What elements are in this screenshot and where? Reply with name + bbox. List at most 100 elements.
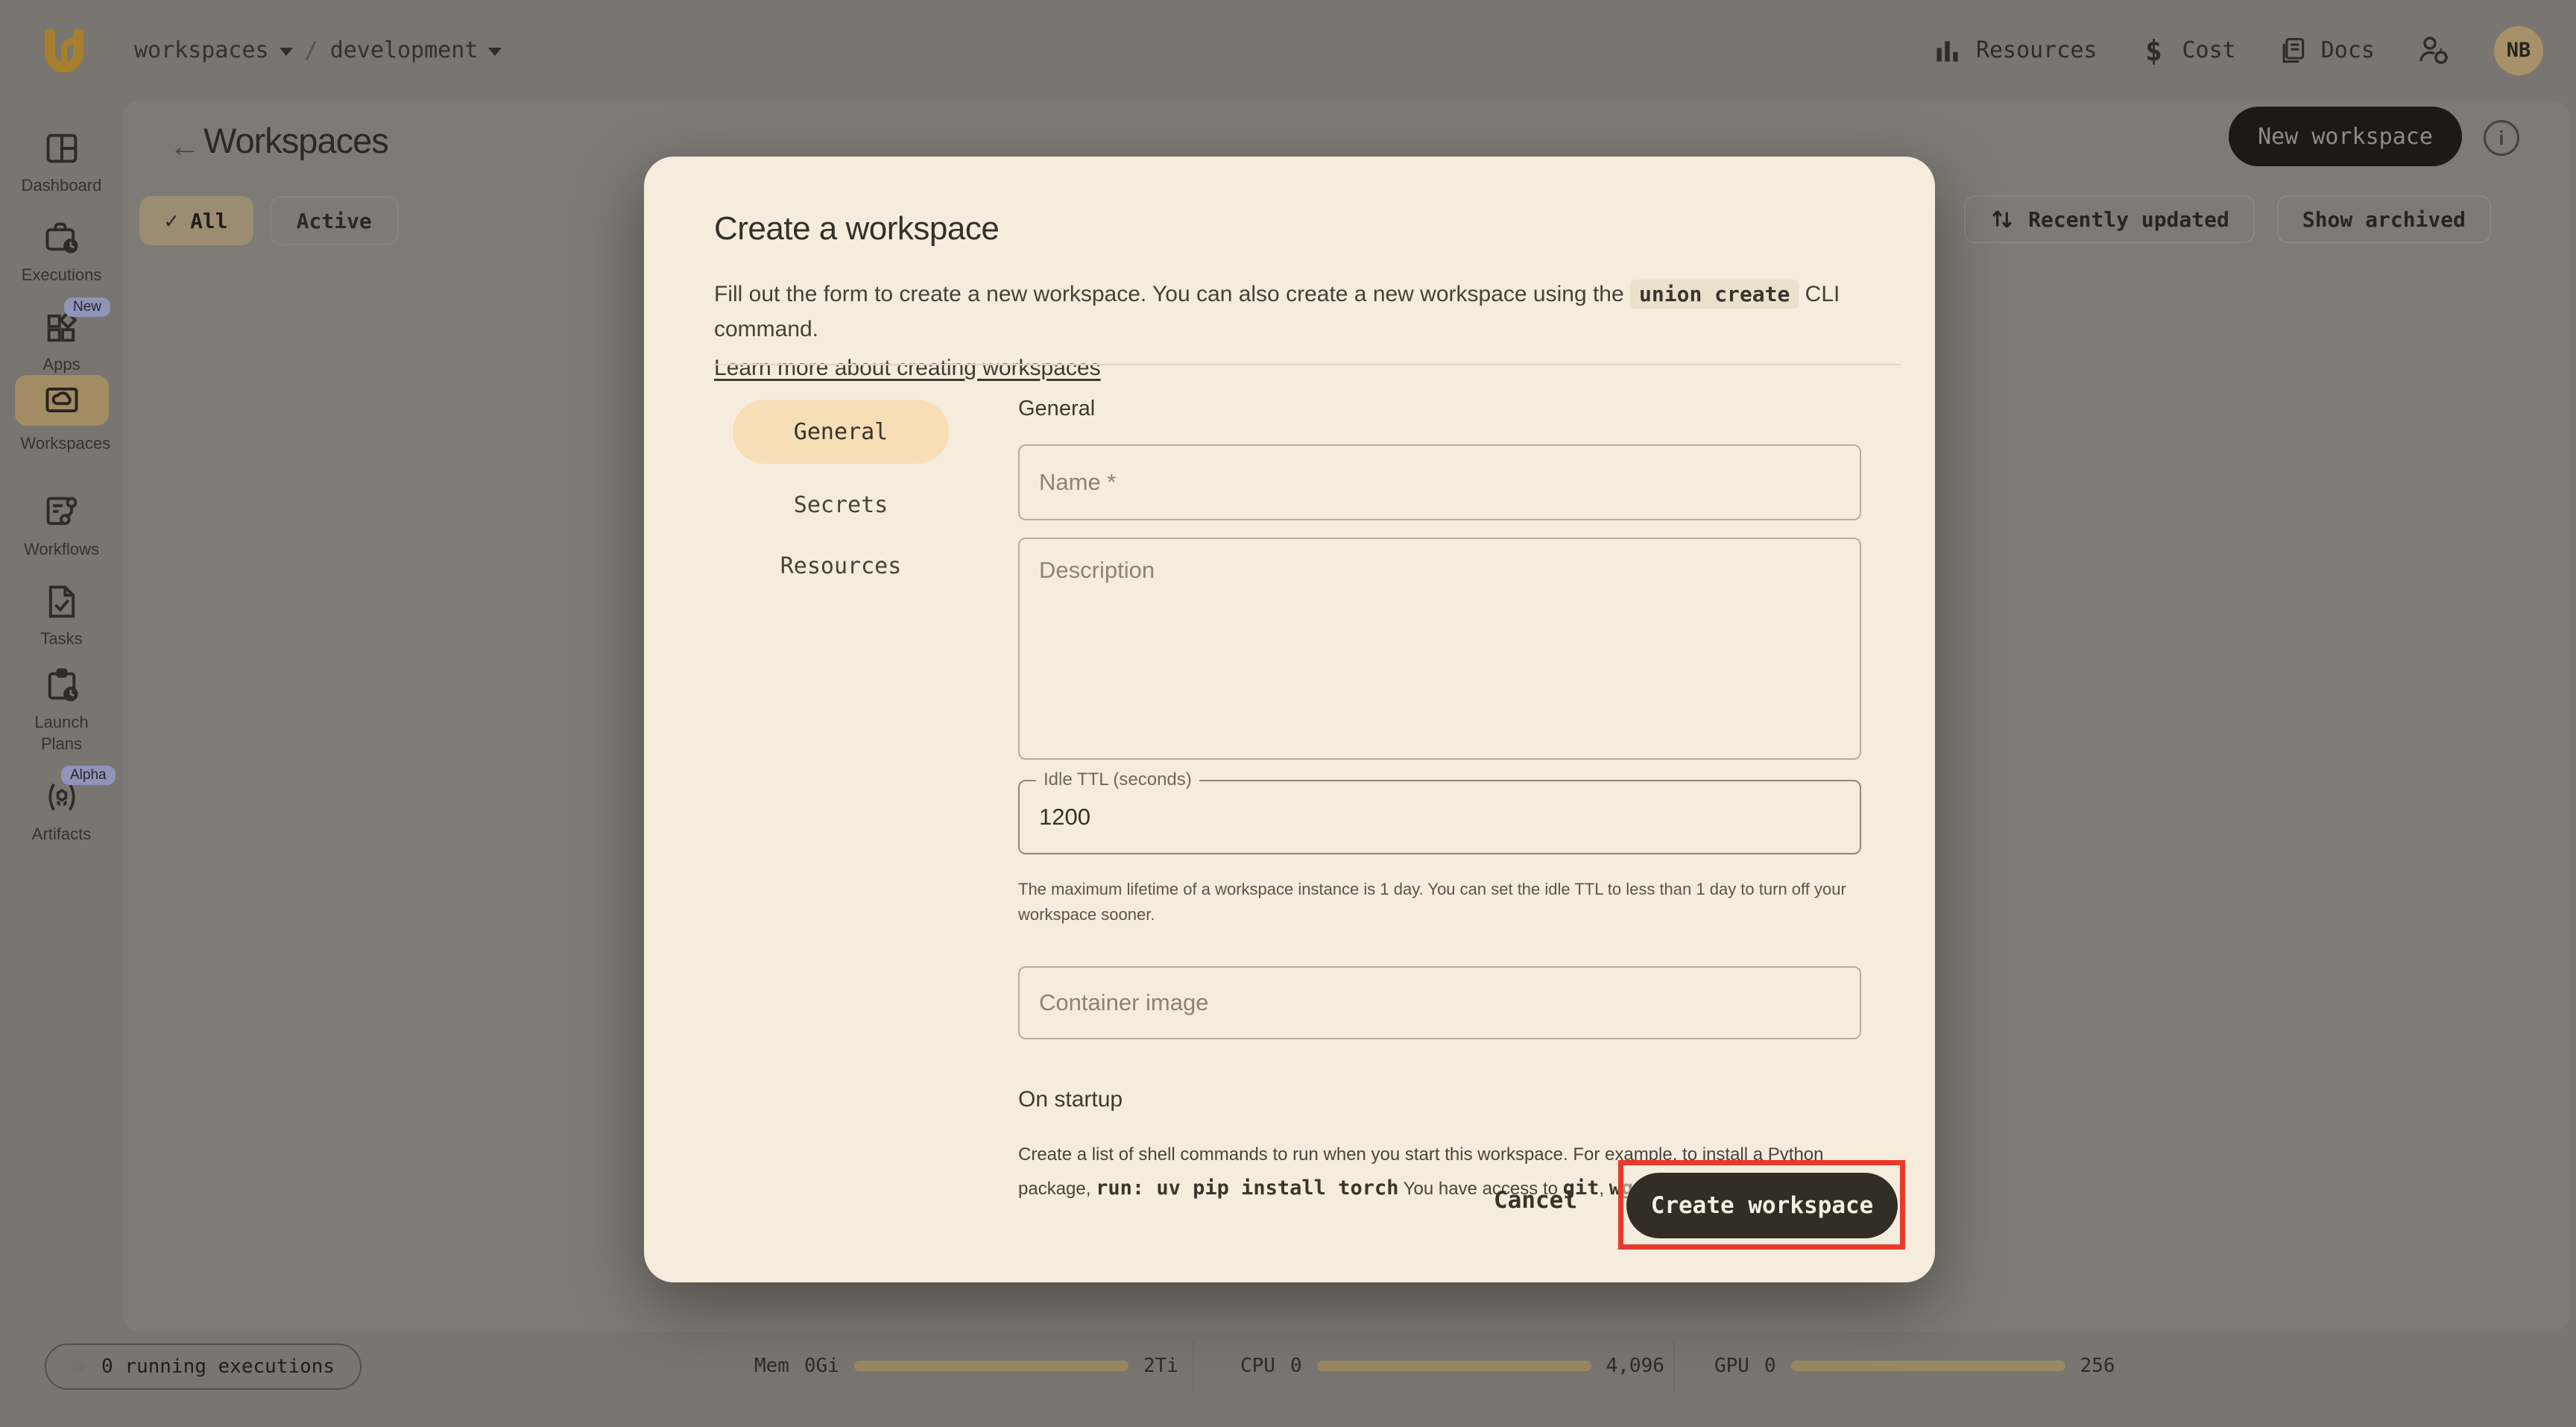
idle-ttl-input[interactable] [1020,781,1860,853]
sidebar-item-artifacts[interactable]: Alpha Artifacts [0,778,123,845]
startup-text: , [1599,1179,1609,1199]
tab-resources[interactable]: Resources [733,534,949,598]
breadcrumb-domain-label: development [330,37,479,63]
modal-description-text: Fill out the form to create a new worksp… [714,282,1630,306]
gauge-divider [1673,1341,1675,1391]
container-image-input[interactable] [1018,966,1861,1039]
cli-command-chip: union create [1630,280,1799,309]
memory-gauge: Mem 0Gi 2Ti [754,1351,1178,1381]
launch-plans-icon [42,666,81,705]
modal-title: Create a workspace [714,210,999,248]
chevron-down-icon [488,48,502,56]
create-workspace-label: Create workspace [1651,1192,1874,1219]
sidebar-label: Launch Plans [21,712,103,755]
sidebar-item-workspaces[interactable]: Workspaces [0,375,123,455]
list-controls: Recently updated Show archived [1964,195,2491,243]
sidebar-label: Executions [22,265,102,286]
divider [714,364,1901,365]
sidebar-item-apps[interactable]: New Apps [0,308,123,376]
docs-icon [2276,34,2309,67]
cost-label: Cost [2182,37,2236,63]
sidebar-label: Apps [42,354,80,376]
memory-gauge-current: 0Gi [804,1355,839,1377]
filter-all-chip[interactable]: ✓ All [139,196,253,245]
gauge-divider [1193,1341,1194,1391]
tab-resources-label: Resources [780,553,902,579]
sidebar-label: Workspaces [21,433,103,455]
idle-ttl-helper-text: The maximum lifetime of a workspace inst… [1018,877,1868,927]
sidebar: Dashboard Executions New [0,101,123,1332]
sidebar-label: Dashboard [22,175,102,197]
sidebar-item-launch-plans[interactable]: Launch Plans [0,666,123,755]
show-archived-label: Show archived [2302,207,2466,232]
cancel-button[interactable]: Cancel [1494,1187,1577,1214]
top-bar: workspaces / development Resources [0,0,2576,101]
name-input[interactable] [1018,444,1861,520]
union-logo-icon[interactable] [39,21,89,79]
cpu-gauge: CPU 0 4,096 [1240,1351,1664,1381]
description-input[interactable] [1018,538,1861,760]
new-badge: New [64,297,110,317]
gpu-gauge-label: GPU [1714,1355,1749,1377]
breadcrumb-project-label: workspaces [134,37,269,63]
avatar[interactable]: NB [2494,26,2543,75]
modal-description: Fill out the form to create a new worksp… [714,277,1881,386]
gpu-gauge: GPU 0 256 [1714,1351,2115,1381]
tasks-icon [42,582,81,621]
form-section-heading: General [1018,397,1095,421]
chevron-down-icon [280,48,293,56]
startup-code: run: uv pip install torch [1096,1176,1398,1200]
sidebar-item-dashboard[interactable]: Dashboard [0,129,123,197]
show-archived-button[interactable]: Show archived [2277,195,2491,243]
docs-button[interactable]: Docs [2276,34,2375,67]
bar-chart-icon [1931,34,1964,67]
create-workspace-button[interactable]: Create workspace [1626,1173,1898,1238]
cpu-gauge-current: 0 [1290,1355,1302,1377]
tab-general[interactable]: General [733,400,949,464]
cost-button[interactable]: $ Cost [2138,34,2236,67]
sidebar-item-workflows[interactable]: Workflows [0,493,123,561]
dashboard-icon [42,129,81,168]
sort-label: Recently updated [2028,207,2229,232]
breadcrumb: workspaces / development [134,0,502,101]
sidebar-item-executions[interactable]: Executions [0,218,123,286]
dollar-icon: $ [2138,34,2171,67]
check-icon: ✓ [165,208,178,234]
memory-gauge-bar [854,1361,1128,1371]
new-workspace-label: New workspace [2258,124,2433,150]
filter-active-chip[interactable]: Active [270,196,399,245]
resources-label: Resources [1976,37,2097,63]
cpu-gauge-max: 4,096 [1606,1355,1664,1377]
tab-secrets[interactable]: Secrets [733,473,949,537]
tab-secrets-label: Secrets [794,492,888,518]
info-icon[interactable]: i [2484,120,2519,156]
cpu-gauge-bar [1317,1361,1591,1371]
sort-button[interactable]: Recently updated [1964,195,2255,243]
running-executions-label: 0 running executions [101,1355,335,1378]
resources-button[interactable]: Resources [1931,34,2097,67]
breadcrumb-separator: / [305,37,318,63]
topbar-actions: Resources $ Cost Docs [1931,0,2543,101]
sidebar-label: Artifacts [32,824,91,845]
status-dot-icon [72,1360,85,1373]
gpu-gauge-bar [1791,1361,2065,1371]
cpu-gauge-label: CPU [1240,1355,1275,1377]
memory-gauge-label: Mem [754,1355,789,1377]
sidebar-item-tasks[interactable]: Tasks [0,582,123,650]
sidebar-label: Tasks [40,629,82,650]
sidebar-label: Workflows [24,539,99,561]
filter-all-label: All [190,209,228,233]
docs-label: Docs [2321,37,2375,63]
memory-gauge-max: 2Ti [1143,1355,1178,1377]
new-workspace-button[interactable]: New workspace [2229,107,2462,166]
breadcrumb-domain-dropdown[interactable]: development [330,37,502,63]
sort-arrows-icon [1989,207,2015,232]
breadcrumb-project-dropdown[interactable]: workspaces [134,37,293,63]
gpu-gauge-max: 256 [2080,1355,2115,1377]
page-title: Workspaces [203,120,388,161]
learn-more-link[interactable]: Learn more about creating workspaces [714,351,1101,386]
user-settings-icon[interactable] [2415,31,2454,70]
running-executions-pill[interactable]: 0 running executions [45,1343,362,1390]
back-arrow-icon[interactable]: ← [169,130,201,162]
sidebar-selected-pill [15,375,109,426]
